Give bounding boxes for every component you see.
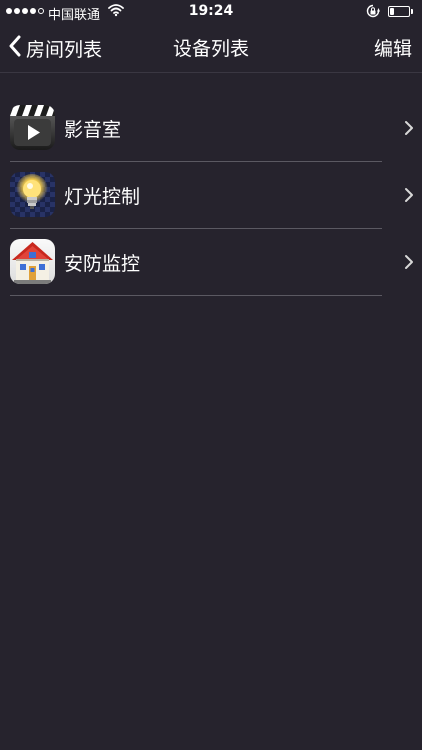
list-item-lighting[interactable]: 灯光控制: [0, 162, 422, 229]
clock: 19:24: [188, 3, 234, 19]
house-icon: [10, 239, 55, 284]
rotation-lock-icon: [366, 4, 380, 22]
edit-button[interactable]: 编辑: [374, 34, 412, 61]
item-label: 影音室: [64, 119, 122, 141]
chevron-right-icon: [404, 120, 414, 140]
device-list: 影音室 灯光控制 安防监控: [0, 95, 422, 296]
item-label: 灯光控制: [64, 186, 141, 208]
list-item-media-room[interactable]: 影音室: [0, 95, 422, 162]
battery-tip: [411, 9, 413, 14]
item-label: 安防监控: [64, 253, 141, 275]
list-item-security[interactable]: 安防监控: [0, 229, 422, 296]
page-title: 设备列表: [172, 38, 249, 60]
chevron-right-icon: [404, 254, 414, 274]
light-bulb-icon: [10, 172, 55, 217]
battery-icon: [388, 6, 410, 17]
clapperboard-play-icon: [10, 105, 55, 150]
battery-level: [390, 8, 394, 15]
divider: [10, 295, 382, 296]
navigation-bar: 房间列表 设备列表 编辑: [0, 24, 422, 73]
chevron-right-icon: [404, 187, 414, 207]
status-bar: 中国联通 19:24: [0, 0, 422, 24]
